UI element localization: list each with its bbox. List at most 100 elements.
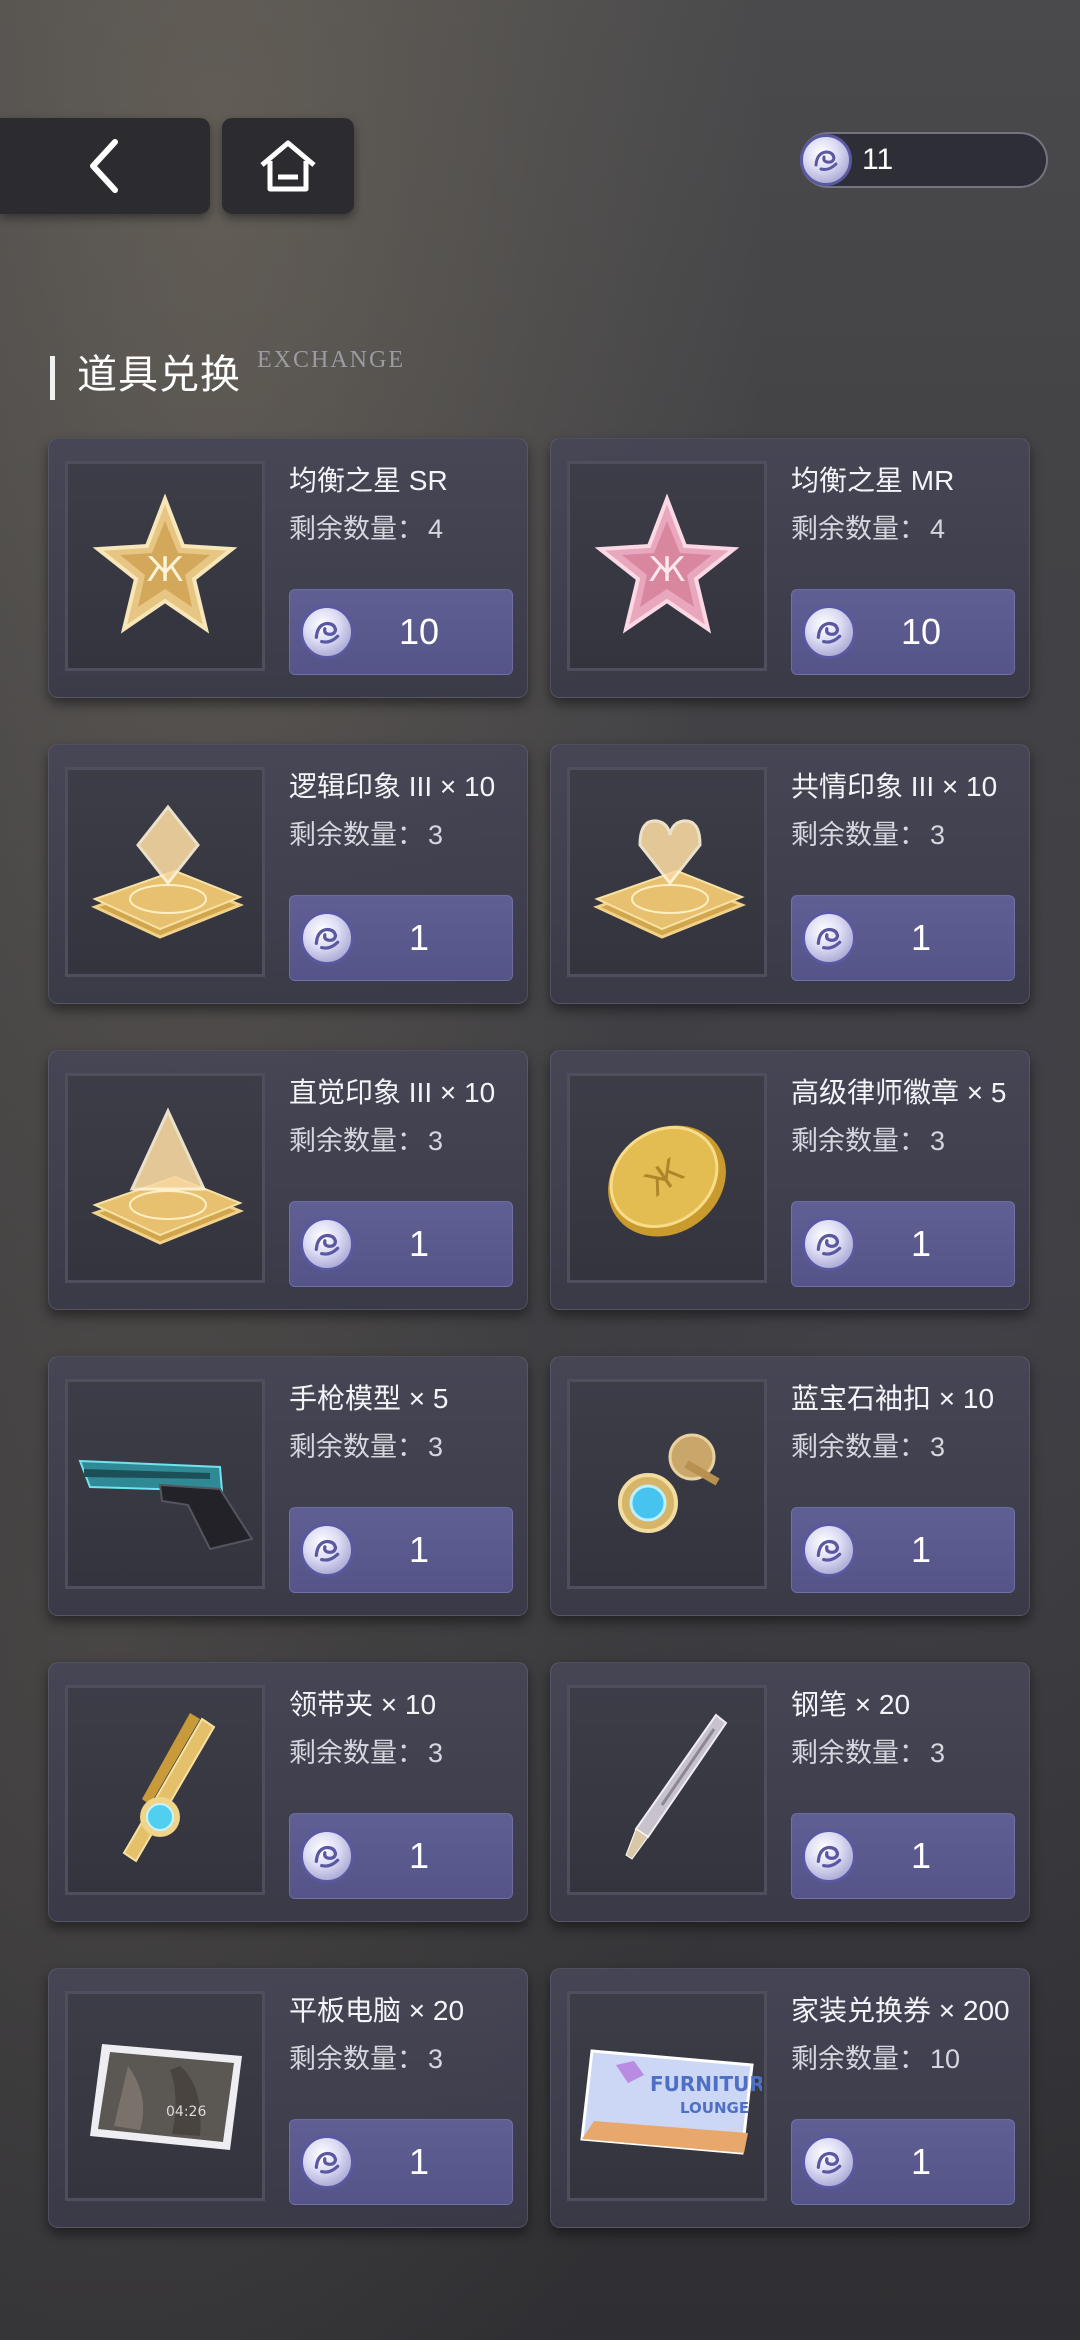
exchange-item-card[interactable]: 钢笔 × 20 剩余数量： 3 1 — [550, 1662, 1030, 1922]
item-price: 1 — [408, 2141, 430, 2182]
item-remaining: 剩余数量： 3 — [791, 1425, 945, 1464]
item-price: 10 — [900, 611, 942, 652]
remaining-count: 3 — [428, 820, 444, 850]
remaining-label: 剩余数量： — [289, 2044, 424, 2074]
exchange-item-card[interactable]: Ж 均衡之星 MR 剩余数量： 4 10 — [550, 438, 1030, 698]
svg-text:Ж: Ж — [649, 550, 686, 590]
exchange-button[interactable]: 1 — [289, 1813, 513, 1899]
exchange-token-icon — [802, 1829, 856, 1883]
exchange-token-icon — [300, 1829, 354, 1883]
pistol-model-icon — [78, 1459, 254, 1551]
lawyer-badge-icon: Ж — [608, 1125, 726, 1237]
remaining-label: 剩余数量： — [289, 1432, 424, 1462]
exchange-token-icon — [802, 1523, 856, 1577]
item-name: 领带夹 × 10 — [289, 1689, 437, 1720]
remaining-count: 3 — [930, 1126, 946, 1156]
item-thumbnail: Ж — [65, 461, 265, 671]
currency-amount: 11 — [862, 143, 894, 176]
exchange-item-card[interactable]: 逻辑印象 III × 10 剩余数量： 3 1 — [48, 744, 528, 1004]
exchange-token-icon — [300, 605, 354, 659]
item-remaining: 剩余数量： 3 — [791, 813, 945, 852]
back-button[interactable] — [0, 118, 210, 214]
remaining-label: 剩余数量： — [791, 1738, 926, 1768]
item-price: 1 — [910, 917, 932, 958]
remaining-count: 3 — [428, 1126, 444, 1156]
item-thumbnail — [567, 767, 767, 977]
item-name: 家装兑换券 × 200 — [791, 1995, 1010, 2026]
exchange-token-icon — [802, 911, 856, 965]
exchange-token-icon — [802, 1217, 856, 1271]
item-name: 逻辑印象 III × 10 — [289, 771, 496, 802]
item-price: 10 — [398, 611, 440, 652]
furniture-voucher-icon: FURNITURE LOUNGE — [580, 2049, 762, 2155]
item-thumbnail — [567, 1685, 767, 1895]
item-price: 1 — [408, 917, 430, 958]
exchange-button[interactable]: 1 — [289, 895, 513, 981]
item-remaining: 剩余数量： 3 — [289, 1731, 443, 1770]
exchange-item-card[interactable]: 领带夹 × 10 剩余数量： 3 1 — [48, 1662, 528, 1922]
remaining-label: 剩余数量： — [791, 1432, 926, 1462]
section-title: 道具兑换 EXCHANGE — [50, 342, 405, 400]
item-thumbnail — [65, 767, 265, 977]
remaining-label: 剩余数量： — [289, 1126, 424, 1156]
exchange-item-card[interactable]: 04:26 平板电脑 × 20 剩余数量： 3 1 — [48, 1968, 528, 2228]
remaining-count: 3 — [428, 2044, 444, 2074]
tie-clip-icon — [122, 1713, 216, 1863]
exchange-item-card[interactable]: 共情印象 III × 10 剩余数量： 3 1 — [550, 744, 1030, 1004]
item-price: 1 — [408, 1223, 430, 1264]
exchange-button[interactable]: 10 — [289, 589, 513, 675]
exchange-item-card[interactable]: Ж 高级律师徽章 × 5 剩余数量： 3 1 — [550, 1050, 1030, 1310]
item-name: 蓝宝石袖扣 × 10 — [791, 1383, 995, 1414]
item-remaining: 剩余数量： 3 — [289, 813, 443, 852]
exchange-item-card[interactable]: 蓝宝石袖扣 × 10 剩余数量： 3 1 — [550, 1356, 1030, 1616]
exchange-item-card[interactable]: 手枪模型 × 5 剩余数量： 3 1 — [48, 1356, 528, 1616]
item-thumbnail: Ж — [567, 1073, 767, 1283]
item-name: 平板电脑 × 20 — [289, 1995, 465, 2026]
item-remaining: 剩余数量： 3 — [791, 1119, 945, 1158]
item-remaining: 剩余数量： 3 — [289, 1425, 443, 1464]
item-price: 1 — [910, 2141, 932, 2182]
remaining-label: 剩余数量： — [289, 514, 424, 544]
exchange-token-icon — [300, 1217, 354, 1271]
svg-text:04:26: 04:26 — [166, 2104, 206, 2120]
currency-display: 11 — [800, 132, 1048, 188]
item-remaining: 剩余数量： 3 — [791, 1731, 945, 1770]
exchange-button[interactable]: 1 — [791, 1201, 1015, 1287]
remaining-count: 3 — [428, 1738, 444, 1768]
exchange-button[interactable]: 10 — [791, 589, 1015, 675]
exchange-item-card[interactable]: 直觉印象 III × 10 剩余数量： 3 1 — [48, 1050, 528, 1310]
item-thumbnail — [567, 1379, 767, 1589]
home-button[interactable] — [222, 118, 354, 214]
item-remaining: 剩余数量： 4 — [289, 507, 443, 546]
item-price: 1 — [910, 1529, 932, 1570]
exchange-button[interactable]: 1 — [289, 1201, 513, 1287]
svg-text:LOUNGE: LOUNGE — [680, 2099, 749, 2117]
exchange-item-card[interactable]: Ж 均衡之星 SR 剩余数量： 4 10 — [48, 438, 528, 698]
item-remaining: 剩余数量： 10 — [791, 2037, 960, 2076]
remaining-label: 剩余数量： — [791, 1126, 926, 1156]
exchange-button[interactable]: 1 — [289, 2119, 513, 2205]
item-thumbnail — [65, 1379, 265, 1589]
logic-impression-icon — [91, 804, 245, 939]
item-name: 共情印象 III × 10 — [791, 771, 998, 802]
section-title-text: 道具兑换 — [77, 352, 241, 398]
exchange-button[interactable]: 1 — [791, 1507, 1015, 1593]
intuition-impression-icon — [91, 1107, 245, 1245]
item-name: 手枪模型 × 5 — [289, 1383, 449, 1414]
item-price: 1 — [910, 1223, 932, 1264]
home-icon — [260, 140, 316, 192]
remaining-count: 4 — [428, 514, 444, 544]
item-remaining: 剩余数量： 4 — [791, 507, 945, 546]
item-price: 1 — [910, 1835, 932, 1876]
exchange-button[interactable]: 1 — [791, 895, 1015, 981]
pink-star-badge-icon: Ж — [594, 493, 740, 634]
fountain-pen-icon — [625, 1713, 728, 1860]
item-name: 直觉印象 III × 10 — [289, 1077, 496, 1108]
exchange-item-card[interactable]: FURNITURE LOUNGE 家装兑换券 × 200 剩余数量：10 1 — [550, 1968, 1030, 2228]
remaining-count: 3 — [930, 1432, 946, 1462]
exchange-button[interactable]: 1 — [289, 1507, 513, 1593]
gold-star-badge-icon: Ж — [92, 493, 238, 634]
exchange-button[interactable]: 1 — [791, 1813, 1015, 1899]
exchange-token-icon — [300, 1523, 354, 1577]
exchange-button[interactable]: 1 — [791, 2119, 1015, 2205]
